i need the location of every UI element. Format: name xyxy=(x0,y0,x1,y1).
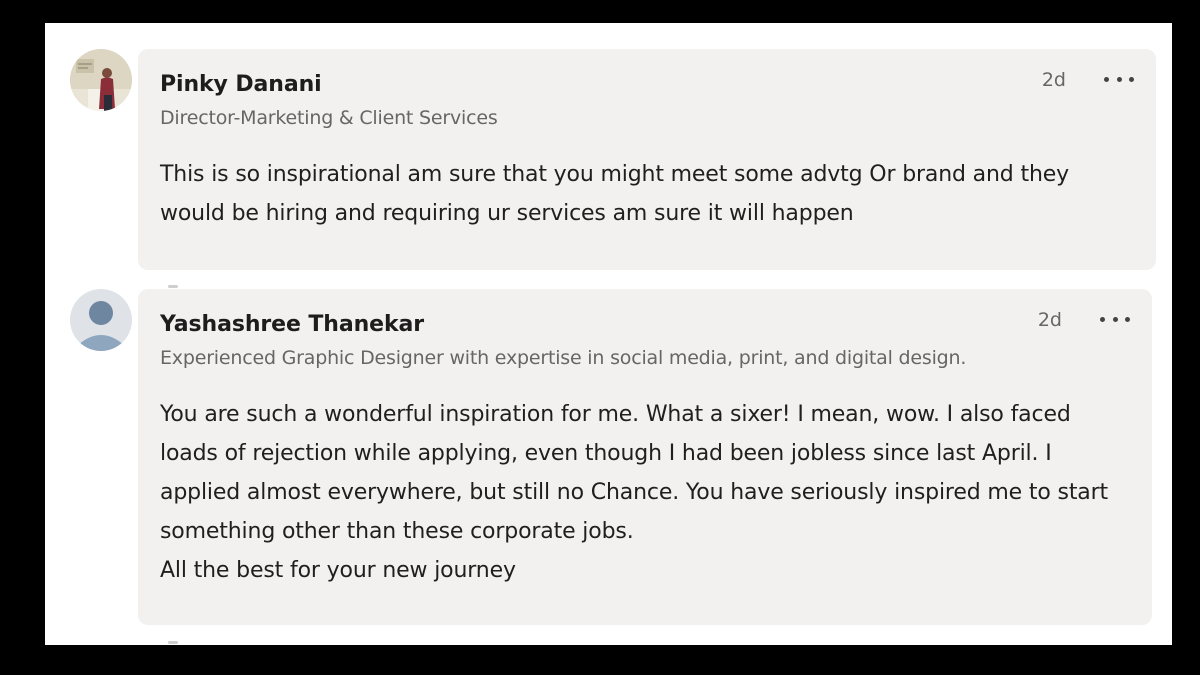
comment-text: You are such a wonderful inspiration for… xyxy=(160,402,1109,583)
comment-item: Yashashree Thanekar Experienced Graphic … xyxy=(45,289,1172,645)
ellipsis-icon xyxy=(1116,76,1122,82)
ellipsis-icon xyxy=(1125,316,1130,322)
comment-actions-placeholder xyxy=(168,285,178,288)
comments-screen: Pinky Danani Director-Marketing & Client… xyxy=(45,23,1172,645)
comment-text: This is so inspirational am sure that yo… xyxy=(160,162,1069,226)
profile-photo-icon xyxy=(70,49,132,111)
ellipsis-icon xyxy=(1104,76,1109,82)
comment-author-name[interactable]: Pinky Danani xyxy=(160,72,322,97)
avatar[interactable] xyxy=(70,289,132,351)
comment-author-headline: Experienced Graphic Designer with expert… xyxy=(160,347,967,369)
default-person-avatar-icon xyxy=(70,289,132,351)
ellipsis-icon xyxy=(1129,76,1134,82)
ellipsis-icon xyxy=(1100,316,1105,322)
comment-author-name[interactable]: Yashashree Thanekar xyxy=(160,312,424,337)
comment-timestamp: 2d xyxy=(1037,309,1062,331)
more-actions-button[interactable] xyxy=(1104,67,1134,91)
comment-bubble: Yashashree Thanekar Experienced Graphic … xyxy=(138,289,1152,625)
comment-author-headline: Director-Marketing & Client Services xyxy=(160,107,498,129)
avatar[interactable] xyxy=(70,49,132,111)
comment-item: Pinky Danani Director-Marketing & Client… xyxy=(45,23,1172,288)
comment-timestamp: 2d xyxy=(1041,69,1066,91)
comment-bubble: Pinky Danani Director-Marketing & Client… xyxy=(138,49,1156,270)
ellipsis-icon xyxy=(1112,316,1118,322)
more-actions-button[interactable] xyxy=(1100,307,1130,331)
comment-actions-placeholder xyxy=(168,641,178,644)
